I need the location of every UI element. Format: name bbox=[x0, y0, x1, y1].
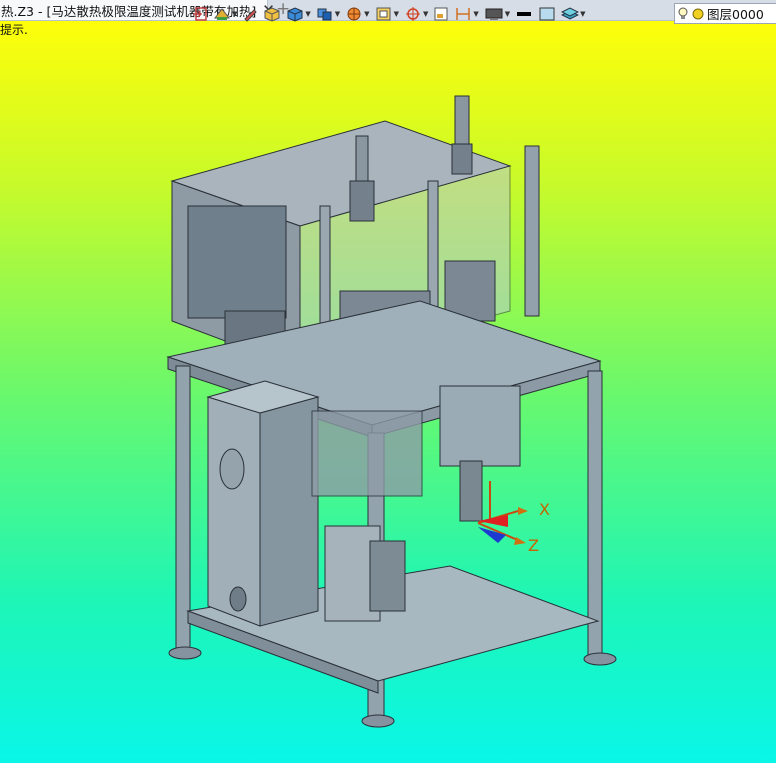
layer-name: 图层0000 bbox=[707, 7, 764, 22]
dimension-button[interactable]: ▼ bbox=[454, 4, 479, 24]
chevron-down-icon: ▼ bbox=[422, 10, 429, 18]
crosshair-icon bbox=[405, 7, 420, 21]
view-cube-icon bbox=[317, 8, 332, 21]
chevron-down-icon: ▼ bbox=[334, 10, 341, 18]
display-mode-icon bbox=[485, 8, 503, 20]
frame-icon bbox=[376, 7, 391, 21]
render-icon bbox=[347, 7, 361, 21]
frame-button[interactable]: ▼ bbox=[375, 4, 399, 24]
sketch-button[interactable] bbox=[242, 4, 258, 24]
render-button[interactable]: ▼ bbox=[345, 4, 370, 24]
view-toolbar: ▼ ▼ ▼ ▼ ▼ ▼ ▼ ▼ ▼ bbox=[192, 3, 591, 25]
display-mode-button[interactable]: ▼ bbox=[484, 4, 510, 24]
box-shaded-icon bbox=[264, 7, 280, 22]
view-shading-icon bbox=[213, 8, 231, 20]
chevron-down-icon: ▼ bbox=[580, 10, 586, 18]
lightbulb-icon[interactable] bbox=[678, 7, 688, 21]
line-color-button[interactable] bbox=[515, 4, 533, 24]
shaded-box-button[interactable] bbox=[263, 4, 281, 24]
view-cube-button[interactable]: ▼ bbox=[316, 4, 340, 24]
z-axis-label: Z bbox=[528, 536, 539, 555]
small-box-icon bbox=[434, 7, 448, 21]
x-axis-label: X bbox=[539, 500, 550, 519]
color-black-swatch bbox=[517, 12, 532, 16]
layer-stack-icon bbox=[561, 7, 580, 20]
box-blue-icon bbox=[287, 7, 303, 22]
layer-manager-button[interactable]: ▼ bbox=[561, 4, 586, 24]
axis-labels: X Z bbox=[528, 500, 550, 555]
dimension-icon bbox=[456, 8, 471, 20]
color-fill-swatch bbox=[539, 7, 555, 21]
chevron-down-icon: ▼ bbox=[393, 10, 399, 18]
view-shading-button[interactable]: ▼ bbox=[213, 4, 237, 24]
solid-box-button[interactable]: ▼ bbox=[286, 4, 311, 24]
layout-button[interactable] bbox=[433, 4, 449, 24]
chevron-down-icon: ▼ bbox=[232, 10, 238, 18]
snap-button[interactable]: ▼ bbox=[404, 4, 428, 24]
chevron-down-icon: ▼ bbox=[305, 10, 311, 18]
fill-color-button[interactable] bbox=[538, 4, 556, 24]
3d-viewport[interactable]: X Z bbox=[0, 21, 776, 763]
exit-button[interactable] bbox=[192, 4, 208, 24]
chevron-down-icon: ▼ bbox=[364, 10, 370, 18]
exit-icon bbox=[193, 7, 207, 21]
command-prompt-text: 提示. bbox=[0, 23, 28, 37]
chevron-down-icon: ▼ bbox=[473, 10, 479, 18]
chevron-down-icon: ▼ bbox=[504, 10, 511, 18]
layer-selector[interactable]: 图层0000 bbox=[674, 3, 776, 24]
yellow-dot-icon bbox=[692, 8, 704, 20]
pencil-icon bbox=[244, 9, 258, 22]
